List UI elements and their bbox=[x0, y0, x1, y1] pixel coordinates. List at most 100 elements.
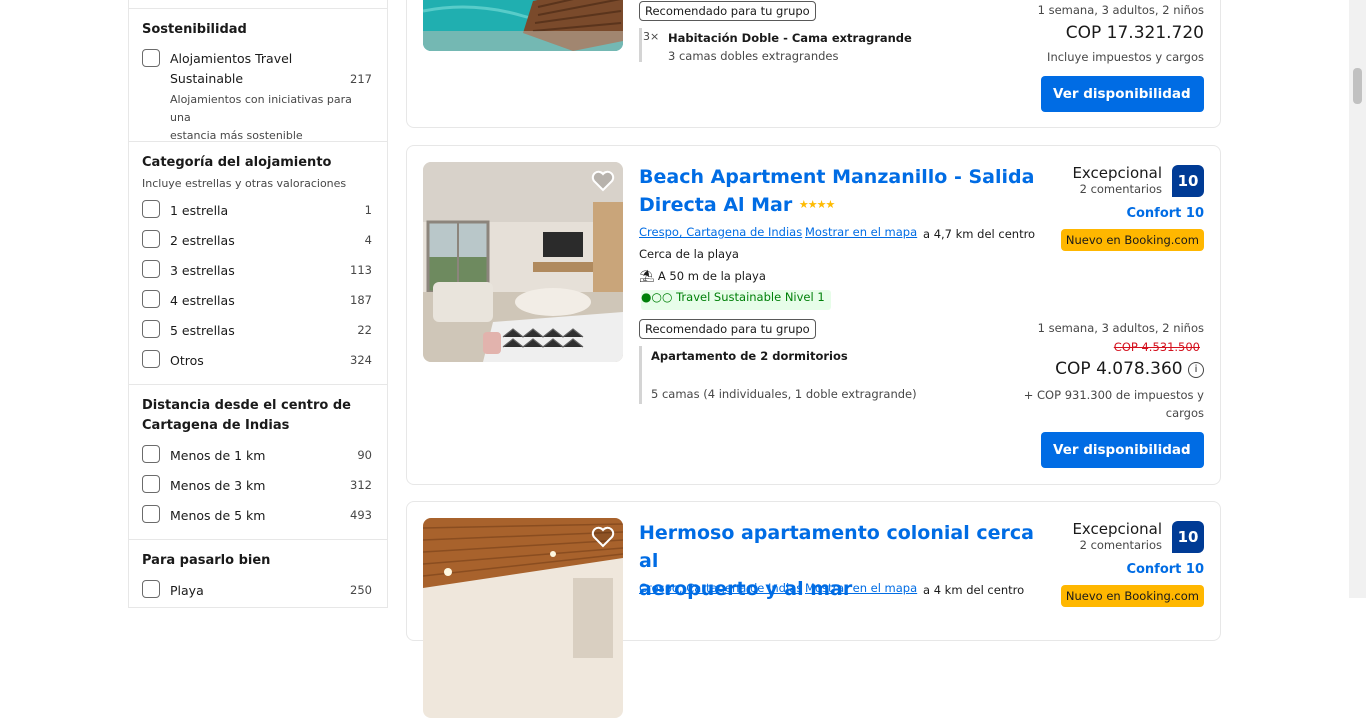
filter-title: Sostenibilidad bbox=[142, 22, 247, 37]
see-availability-button[interactable]: Ver disponibilidad › bbox=[1041, 76, 1204, 112]
filter-option-under-3km[interactable]: Menos de 3 km 312 bbox=[142, 475, 372, 497]
checkbox[interactable] bbox=[142, 49, 160, 67]
checkbox[interactable] bbox=[142, 320, 160, 338]
review-summary: Excepcional 2 comentarios bbox=[1072, 520, 1162, 552]
chevron-right-icon: › bbox=[1184, 441, 1190, 459]
sustainable-badge: ●○○ Travel Sustainable Nivel 1 bbox=[641, 290, 831, 310]
filter-label: 1 estrella bbox=[170, 203, 229, 218]
filter-group-fun: Para pasarlo bien Playa 250 bbox=[129, 539, 387, 620]
beach-distance: ⛱ A 50 m de la playa bbox=[639, 269, 766, 283]
filter-count: 250 bbox=[350, 583, 372, 597]
filter-option-under-5km[interactable]: Menos de 5 km 493 bbox=[142, 505, 372, 527]
filter-group-distance: Distancia desde el centro de Cartagena d… bbox=[129, 384, 387, 539]
scrollbar-thumb[interactable] bbox=[1353, 68, 1362, 104]
taxes-note: + COP 931.300 de impuestos y cargos bbox=[1023, 388, 1204, 420]
recommended-tag: Recomendado para tu grupo bbox=[639, 1, 816, 21]
checkbox[interactable] bbox=[142, 580, 160, 598]
filter-title: Para pasarlo bien bbox=[142, 553, 271, 568]
filter-label: 5 estrellas bbox=[170, 323, 235, 338]
property-card: Beach Apartment Manzanillo - Salida Dire… bbox=[406, 145, 1221, 485]
score-badge[interactable]: 10 bbox=[1172, 521, 1204, 553]
filter-label: Menos de 5 km bbox=[170, 508, 266, 523]
chevron-right-icon: › bbox=[1184, 85, 1190, 103]
beach-icon: ⛱ bbox=[639, 269, 655, 283]
new-on-booking-badge: Nuevo en Booking.com bbox=[1060, 585, 1204, 607]
filter-title: Categoría del alojamiento bbox=[142, 155, 332, 170]
filter-count: 217 bbox=[350, 72, 372, 86]
filter-count: 312 bbox=[350, 478, 372, 492]
near-beach-label: Cerca de la playa bbox=[639, 247, 739, 261]
heart-icon[interactable] bbox=[591, 170, 615, 192]
checkbox[interactable] bbox=[142, 445, 160, 463]
filter-label: Menos de 3 km bbox=[170, 478, 266, 493]
show-on-map-link[interactable]: Mostrar en el mapa bbox=[805, 225, 917, 239]
filter-group-sustainability: Sostenibilidad Alojamientos Travel Susta… bbox=[129, 8, 387, 142]
filter-option-1-star[interactable]: 1 estrella 1 bbox=[142, 200, 372, 222]
filter-count: 22 bbox=[357, 323, 372, 337]
filter-count: 113 bbox=[350, 263, 372, 277]
filter-count: 493 bbox=[350, 508, 372, 522]
filter-option-travel-sustainable[interactable]: Alojamientos Travel Sustainable 217 Aloj… bbox=[142, 49, 372, 142]
filter-option-beach[interactable]: Playa 250 bbox=[142, 580, 372, 602]
filter-label: Menos de 1 km bbox=[170, 448, 266, 463]
filter-label: 2 estrellas bbox=[170, 233, 235, 248]
comfort-score: Confort 10 bbox=[1126, 206, 1204, 221]
property-title[interactable]: Beach Apartment Manzanillo - Salida Dire… bbox=[639, 163, 1039, 219]
distance-from-center: a 4,7 km del centro bbox=[923, 227, 1036, 241]
filter-option-under-1km[interactable]: Menos de 1 km 90 bbox=[142, 445, 372, 467]
checkbox[interactable] bbox=[142, 200, 160, 218]
room-description: 5 camas (4 individuales, 1 doble extragr… bbox=[651, 387, 917, 401]
star-rating: ★★★★ bbox=[798, 198, 835, 211]
comfort-score: Confort 10 bbox=[1126, 562, 1204, 577]
leaf-icon: ● bbox=[641, 290, 652, 304]
property-photo[interactable] bbox=[423, 0, 623, 51]
score-badge[interactable]: 10 bbox=[1172, 165, 1204, 197]
original-price: COP 4.531.500 bbox=[1113, 340, 1200, 354]
filter-option-5-stars[interactable]: 5 estrellas 22 bbox=[142, 320, 372, 342]
price: COP 4.078.360 i bbox=[1055, 359, 1204, 379]
checkbox[interactable] bbox=[142, 230, 160, 248]
filter-description: Alojamientos con iniciativas para una es… bbox=[170, 93, 352, 142]
filter-count: 187 bbox=[350, 293, 372, 307]
room-divider bbox=[639, 28, 642, 62]
info-icon[interactable]: i bbox=[1188, 362, 1204, 378]
filter-option-2-stars[interactable]: 2 estrellas 4 bbox=[142, 230, 372, 252]
room-description: 3 camas dobles extragrandes bbox=[668, 49, 839, 63]
filter-label: Otros bbox=[170, 353, 204, 368]
filter-count: 4 bbox=[364, 233, 372, 247]
stay-summary: 1 semana, 3 adultos, 2 niños bbox=[1037, 321, 1204, 335]
room-divider bbox=[639, 346, 642, 404]
location-link[interactable]: Crespo, Cartagena de Indias bbox=[639, 581, 802, 595]
filter-group-category: Categoría del alojamiento Incluye estrel… bbox=[129, 141, 387, 384]
filter-option-others[interactable]: Otros 324 bbox=[142, 350, 372, 372]
heart-icon[interactable] bbox=[591, 526, 615, 548]
show-on-map-link[interactable]: Mostrar en el mapa bbox=[805, 581, 917, 595]
checkbox[interactable] bbox=[142, 505, 160, 523]
property-photo[interactable] bbox=[423, 518, 623, 718]
checkbox[interactable] bbox=[142, 350, 160, 368]
page-scrollbar[interactable] bbox=[1349, 0, 1366, 598]
distance-from-center: a 4 km del centro bbox=[923, 583, 1025, 597]
recommended-tag: Recomendado para tu grupo bbox=[639, 319, 816, 339]
location-link[interactable]: Crespo, Cartagena de Indias bbox=[639, 225, 802, 239]
price: COP 17.321.720 bbox=[1065, 23, 1204, 43]
filter-count: 324 bbox=[350, 353, 372, 367]
filter-subtitle: Incluye estrellas y otras valoraciones bbox=[142, 177, 347, 190]
review-summary: Excepcional 2 comentarios bbox=[1072, 164, 1162, 196]
filters-sidebar: Sostenibilidad Alojamientos Travel Susta… bbox=[128, 0, 388, 608]
taxes-note: Incluye impuestos y cargos bbox=[1047, 50, 1204, 64]
filter-option-4-stars[interactable]: 4 estrellas 187 bbox=[142, 290, 372, 312]
new-on-booking-badge: Nuevo en Booking.com bbox=[1060, 229, 1204, 251]
filter-option-3-stars[interactable]: 3 estrellas 113 bbox=[142, 260, 372, 282]
checkbox[interactable] bbox=[142, 475, 160, 493]
checkbox[interactable] bbox=[142, 290, 160, 308]
filter-count: 90 bbox=[357, 448, 372, 462]
room-title: Apartamento de 2 dormitorios bbox=[651, 349, 848, 363]
stay-summary: 1 semana, 3 adultos, 2 niños bbox=[1037, 3, 1204, 17]
room-title: Habitación Doble - Cama extragrande bbox=[668, 31, 912, 45]
room-quantity: 3× bbox=[643, 30, 660, 43]
property-photo[interactable] bbox=[423, 162, 623, 362]
filter-label: 3 estrellas bbox=[170, 263, 235, 278]
see-availability-button[interactable]: Ver disponibilidad › bbox=[1041, 432, 1204, 468]
checkbox[interactable] bbox=[142, 260, 160, 278]
